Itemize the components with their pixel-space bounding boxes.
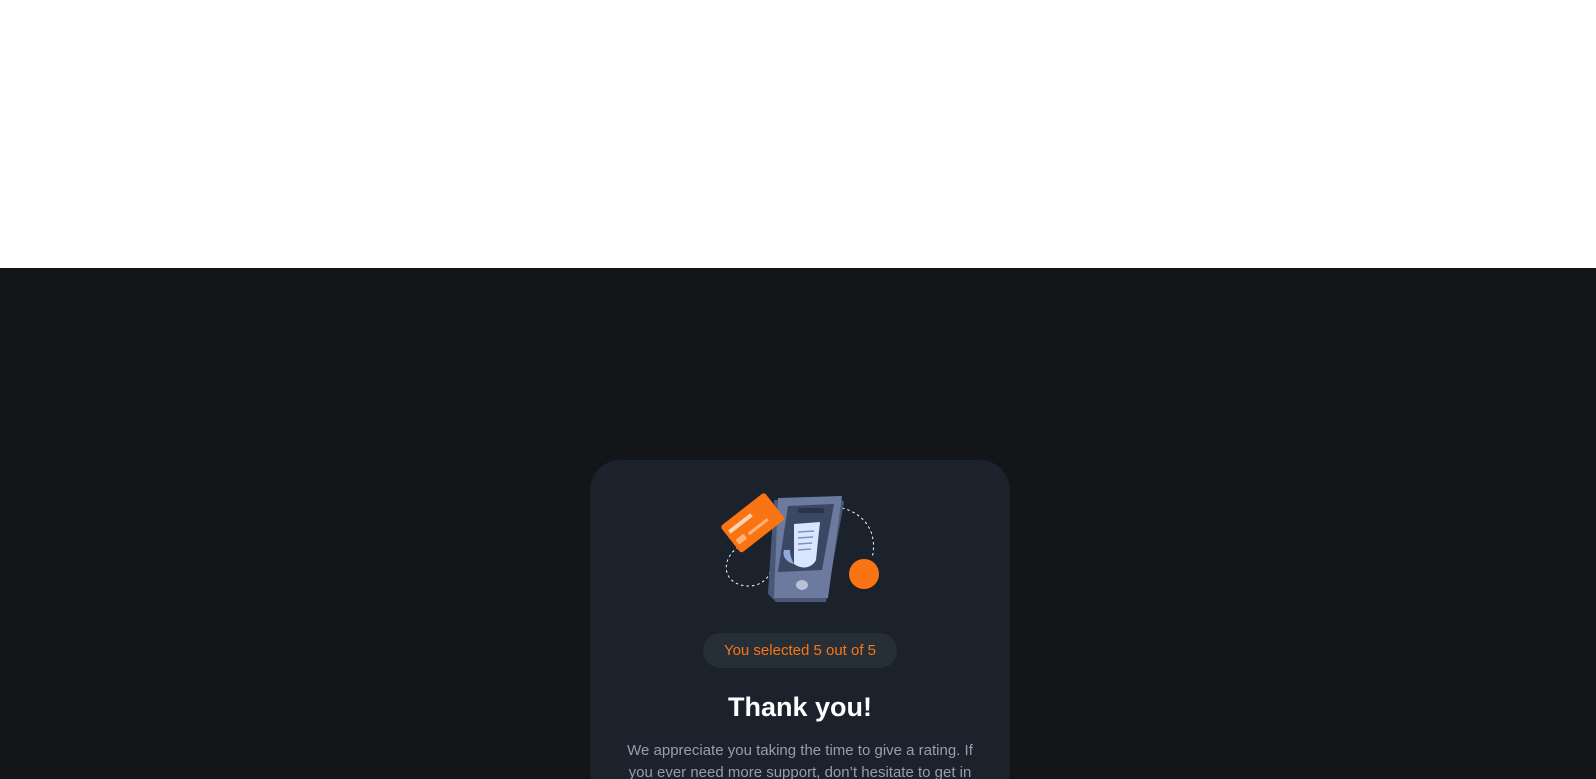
thank-you-card: You selected 5 out of 5 Thank you! We ap… [590, 460, 1010, 779]
payment-phone-illustration-icon [721, 493, 879, 602]
top-blank-area [0, 0, 1596, 268]
thank-you-message: We appreciate you taking the time to giv… [627, 742, 973, 779]
page-background: You selected 5 out of 5 Thank you! We ap… [0, 268, 1596, 779]
rating-selection-badge: You selected 5 out of 5 [703, 633, 897, 668]
thank-you-title: Thank you! [727, 692, 872, 722]
